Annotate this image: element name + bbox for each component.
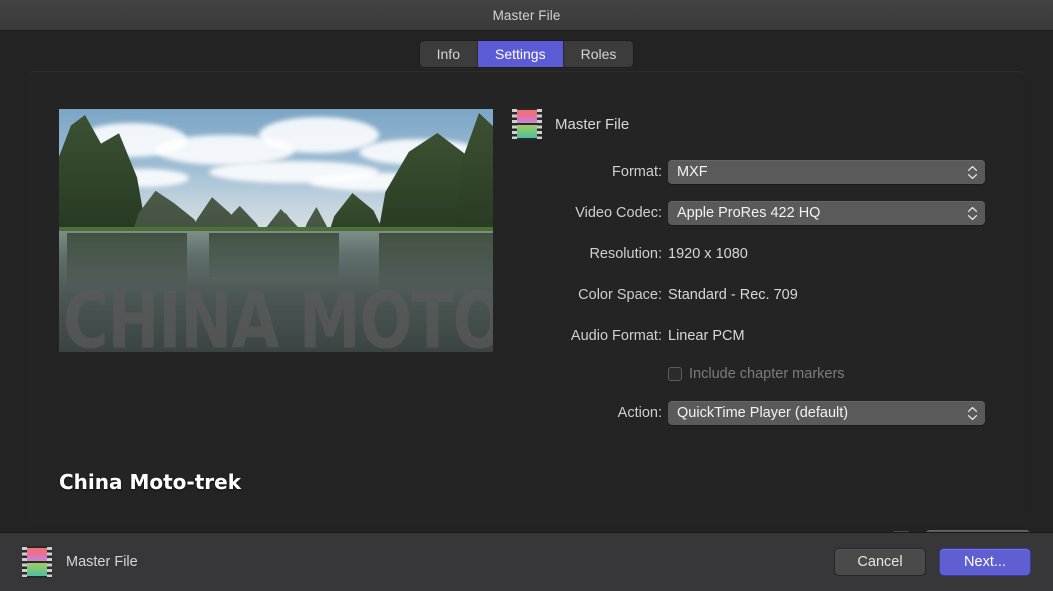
film-strip-icon <box>512 108 542 140</box>
audio-format-value: Linear PCM <box>668 328 745 344</box>
include-chapter-markers-checkbox[interactable] <box>668 367 682 381</box>
row-resolution: Resolution: 1920 x 1080 <box>28 236 1025 272</box>
cancel-button[interactable]: Cancel <box>834 548 926 576</box>
preview-overlay-title: China Moto-trek <box>59 470 242 494</box>
tab-group: Info Settings Roles <box>418 40 635 68</box>
chevron-updown-icon[interactable] <box>967 404 978 422</box>
format-value: MXF <box>677 164 708 180</box>
window-title: Master File <box>492 7 561 23</box>
film-strip-icon <box>22 546 52 578</box>
audio-format-label: Audio Format: <box>570 328 662 344</box>
next-button[interactable]: Next... <box>939 548 1031 576</box>
footer-left-group: Master File <box>22 546 138 578</box>
color-space-value: Standard - Rec. 709 <box>668 287 798 303</box>
tab-roles[interactable]: Roles <box>563 41 634 67</box>
resolution-value: 1920 x 1080 <box>668 246 748 262</box>
include-chapter-markers-label: Include chapter markers <box>689 366 845 382</box>
footer-destination-label: Master File <box>66 554 138 570</box>
tab-settings[interactable]: Settings <box>477 41 564 67</box>
row-audio-format: Audio Format: Linear PCM <box>28 318 1025 354</box>
video-codec-label: Video Codec: <box>575 205 662 221</box>
row-chapter-markers: Include chapter markers <box>28 359 1025 389</box>
format-label: Format: <box>612 164 662 180</box>
next-button-label: Next... <box>964 554 1006 570</box>
export-dialog-window: Master File Info Settings Roles CHINA MO… <box>0 0 1053 591</box>
video-codec-value: Apple ProRes 422 HQ <box>677 205 821 221</box>
cancel-button-label: Cancel <box>857 554 903 570</box>
settings-header: Master File <box>512 108 629 140</box>
row-format: Format: MXF <box>28 154 1025 190</box>
row-action: Action: QuickTime Player (default) <box>28 395 1025 431</box>
action-label: Action: <box>617 405 662 421</box>
tab-roles-label: Roles <box>580 46 617 62</box>
chevron-updown-icon[interactable] <box>967 163 978 181</box>
dialog-footer: Master File Cancel Next... <box>0 532 1053 591</box>
action-popup-button[interactable]: QuickTime Player (default) <box>668 401 985 425</box>
settings-form: Format: MXF Video Codec: Apple ProRes 42… <box>28 154 1025 436</box>
tab-info-label: Info <box>436 46 460 62</box>
settings-header-label: Master File <box>555 115 630 133</box>
row-color-space: Color Space: Standard - Rec. 709 <box>28 277 1025 313</box>
chevron-updown-icon[interactable] <box>967 204 978 222</box>
action-value: QuickTime Player (default) <box>677 405 849 421</box>
color-space-label: Color Space: <box>578 287 662 303</box>
tab-settings-label: Settings <box>494 46 546 62</box>
video-codec-popup-button[interactable]: Apple ProRes 422 HQ <box>668 201 985 225</box>
title-bar: Master File <box>0 0 1053 31</box>
settings-panel: CHINA MOTO-TREK China Moto-trek Master F… <box>28 71 1025 524</box>
footer-button-group: Cancel Next... <box>834 548 1031 576</box>
resolution-label: Resolution: <box>589 246 662 262</box>
tab-info[interactable]: Info <box>419 41 478 67</box>
row-video-codec: Video Codec: Apple ProRes 422 HQ <box>28 195 1025 231</box>
format-popup-button[interactable]: MXF <box>668 160 985 184</box>
